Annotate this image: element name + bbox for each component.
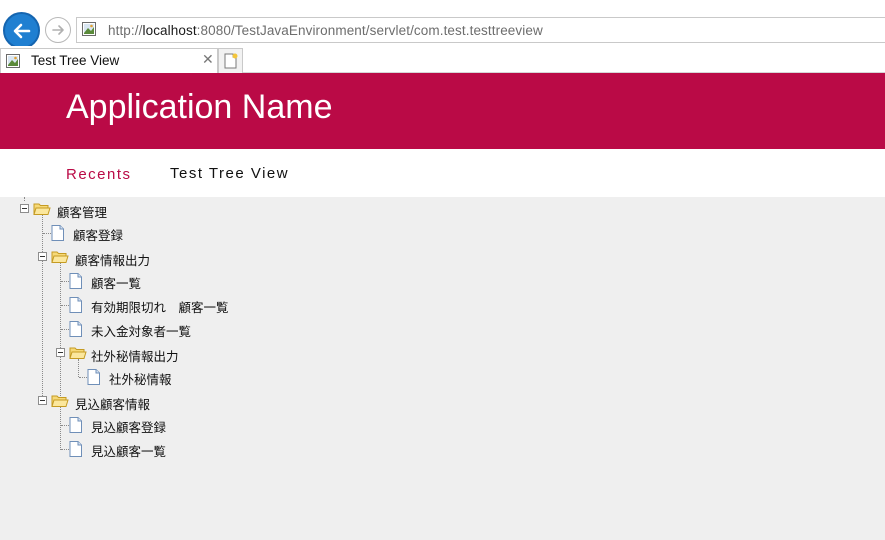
url-text: http://localhost:8080/TestJavaEnvironmen… (108, 23, 543, 38)
file-icon (69, 441, 82, 457)
nav-current-page[interactable]: Test Tree View (170, 165, 289, 182)
tree-node-label: 顧客一覧 (91, 276, 142, 291)
new-tab-icon (224, 53, 238, 69)
tree-connector (61, 425, 69, 426)
tree-node-label: 見込顧客登録 (91, 420, 167, 435)
tree-connector (43, 233, 51, 234)
file-icon (69, 417, 82, 433)
tree-node-label: 見込顧客一覧 (91, 444, 167, 459)
tree-node-label: 顧客情報出力 (75, 253, 151, 268)
tree-connector (24, 197, 25, 201)
tree-node-label: 社外秘情報 (109, 372, 172, 387)
page-icon (82, 22, 96, 36)
nav-recents-link[interactable]: Recents (66, 166, 132, 183)
tree-connector (61, 449, 69, 450)
tab-test-tree-view[interactable]: Test Tree View ✕ (0, 48, 218, 73)
tab-title: Test Tree View (31, 53, 120, 68)
collapse-toggle-icon[interactable] (38, 252, 47, 261)
tree-connector (61, 329, 69, 330)
tree-connector (79, 377, 87, 378)
tree-node-label: 顧客管理 (57, 205, 108, 220)
arrow-left-icon (13, 23, 31, 39)
close-tab-icon[interactable]: ✕ (202, 52, 214, 68)
collapse-toggle-icon[interactable] (20, 204, 29, 213)
tree-view: 顧客管理 顧客登録 顧客情報出力 顧客一覧 有効期限切れ 顧客一覧 未入金対象者… (0, 197, 885, 540)
tree-connector (61, 281, 69, 282)
back-button[interactable] (3, 12, 40, 49)
tree-node-label: 顧客登録 (73, 228, 124, 243)
page-icon (6, 54, 20, 68)
forward-button[interactable] (45, 17, 71, 43)
file-icon (69, 273, 82, 289)
app-nav: Recents Test Tree View (0, 149, 885, 197)
file-icon (69, 297, 82, 313)
browser-toolbar: http://localhost:8080/TestJavaEnvironmen… (0, 0, 885, 49)
folder-open-icon (51, 395, 69, 407)
tree-node-label: 有効期限切れ 顧客一覧 (91, 300, 229, 315)
file-icon (51, 225, 64, 241)
file-icon (69, 321, 82, 337)
app-title: Application Name (66, 88, 333, 126)
collapse-toggle-icon[interactable] (38, 396, 47, 405)
tree-connector (61, 305, 69, 306)
app-header: Application Name (0, 73, 885, 149)
tree-node-label: 社外秘情報出力 (91, 349, 179, 364)
tab-strip: Test Tree View ✕ (0, 46, 885, 73)
tree-connector (42, 215, 43, 402)
folder-open-icon (51, 251, 69, 263)
tree-node-label: 見込顧客情報 (75, 397, 151, 412)
tree-node-label: 未入金対象者一覧 (91, 324, 192, 339)
address-bar[interactable]: http://localhost:8080/TestJavaEnvironmen… (76, 17, 885, 43)
arrow-right-icon (52, 25, 64, 35)
folder-open-icon (33, 203, 51, 215)
collapse-toggle-icon[interactable] (56, 348, 65, 357)
file-icon (87, 369, 100, 385)
tree-connector (78, 359, 79, 377)
new-tab-button[interactable] (218, 48, 243, 73)
folder-open-icon (69, 347, 87, 359)
